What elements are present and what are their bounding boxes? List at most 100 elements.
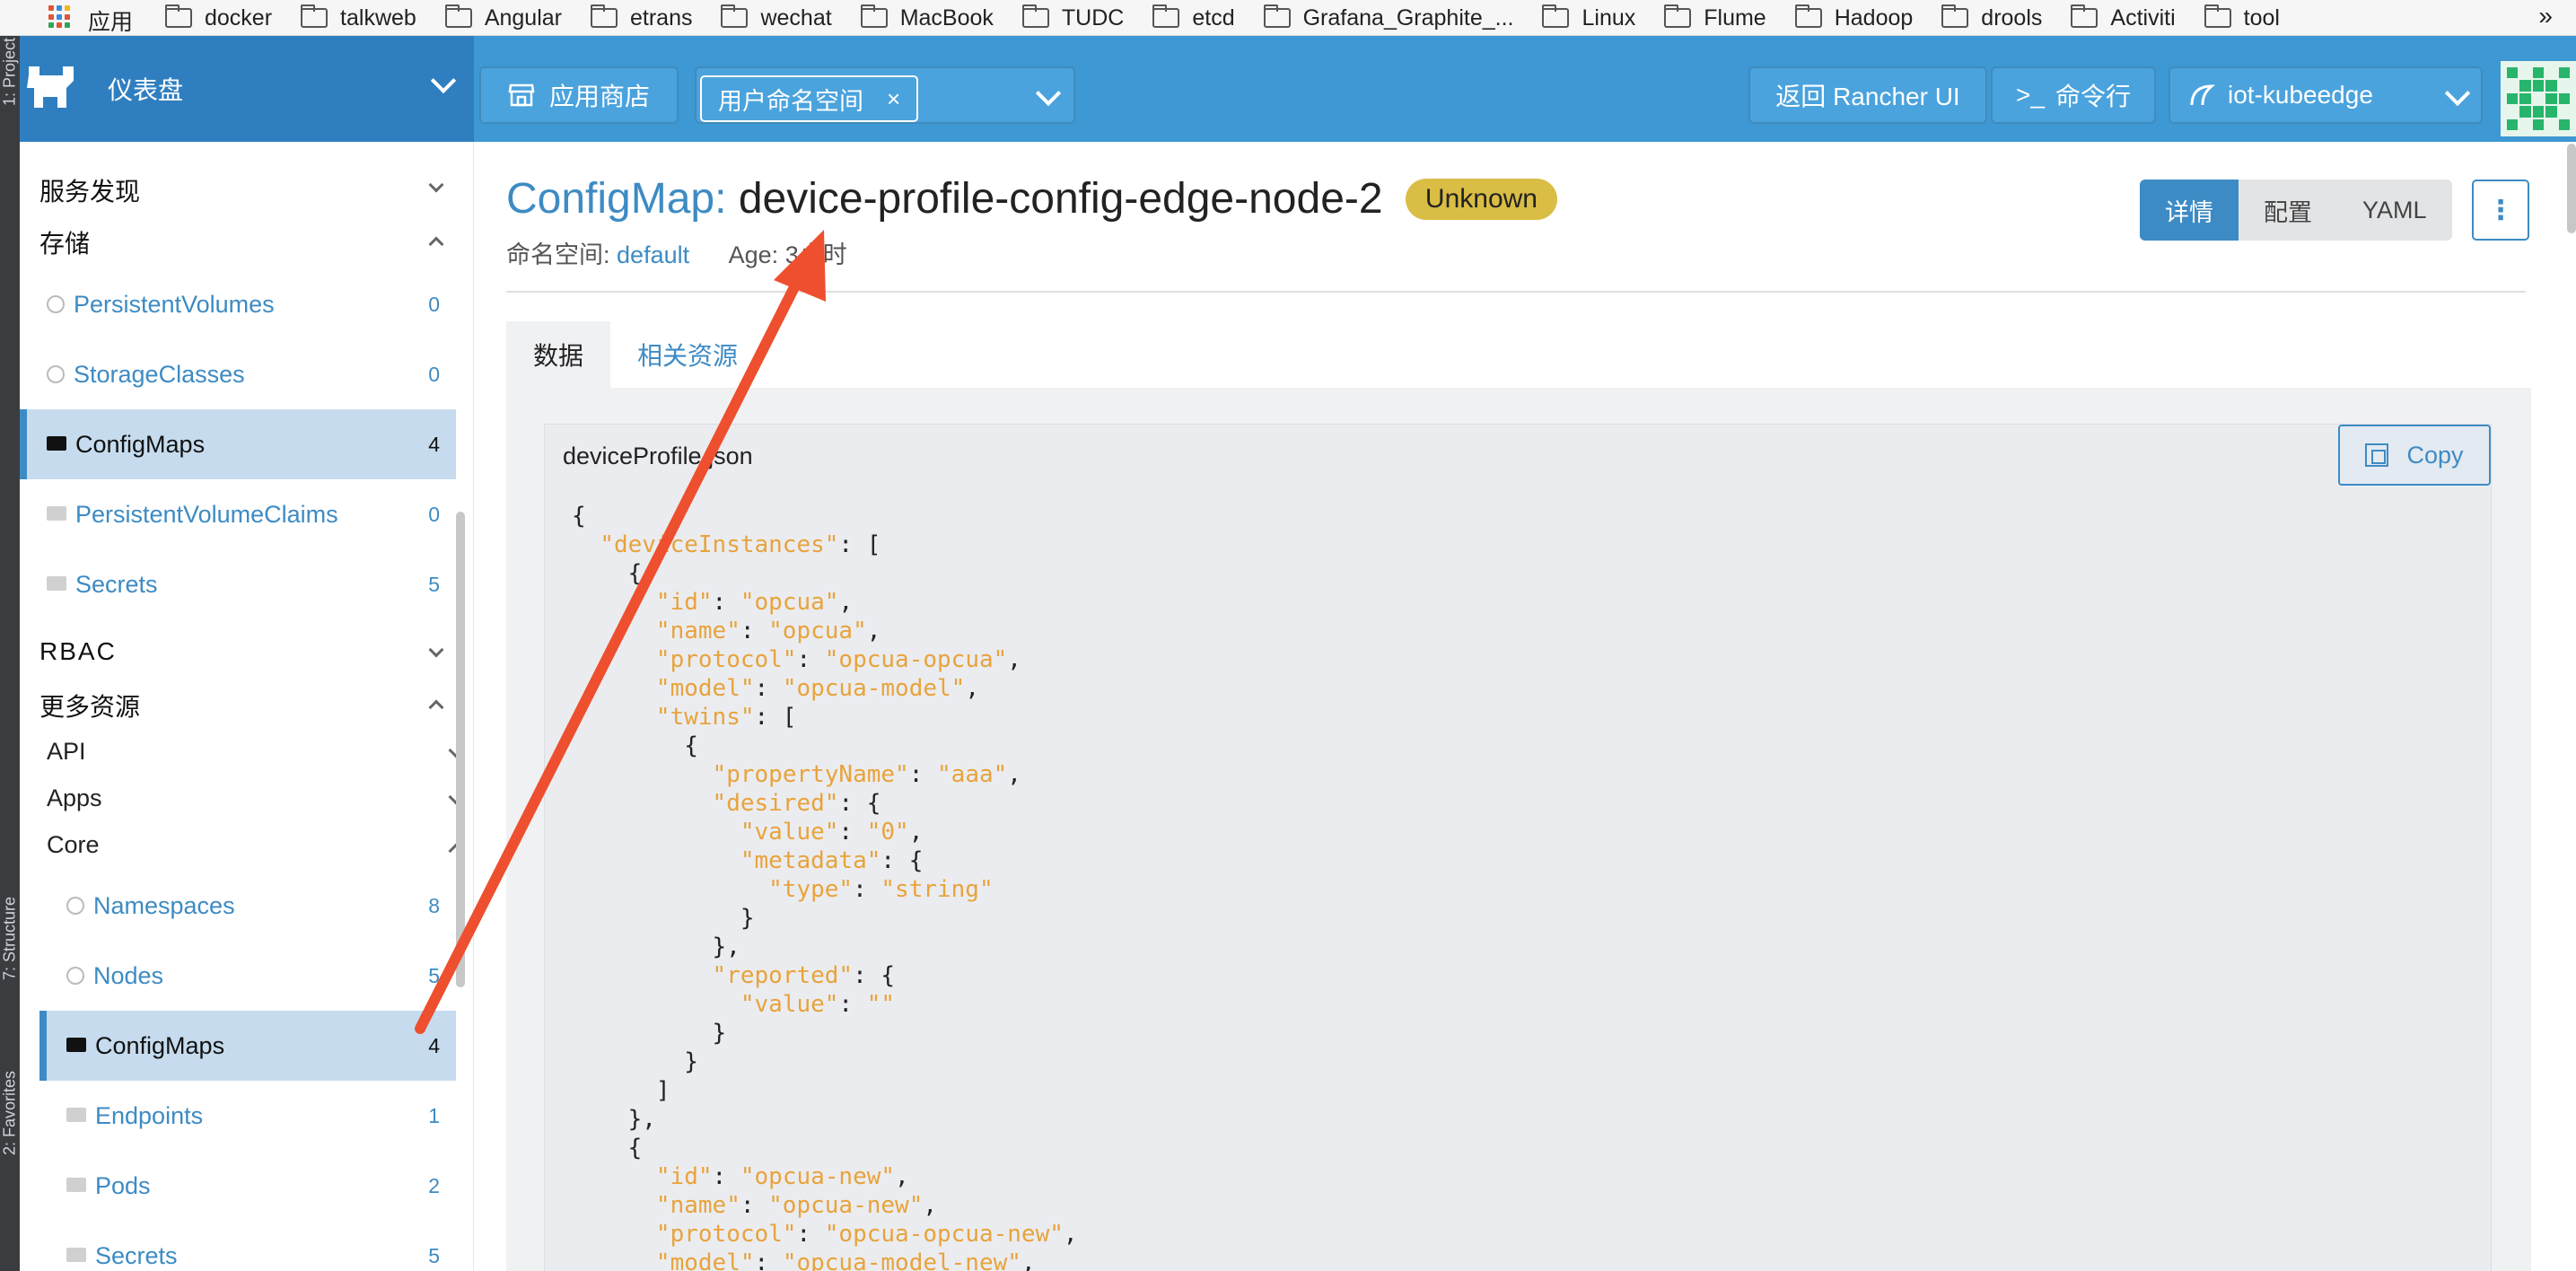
bookmark-item[interactable]: docker [165,4,273,31]
tab-details[interactable]: 详情 [2140,180,2239,241]
sidebar-item-label: Secrets [95,1241,178,1269]
page-title: ConfigMap: device-profile-config-edge-no… [506,174,1557,225]
sidebar-item-label: Namespaces [93,891,235,919]
sidebar-subgroup-apps[interactable]: Apps [47,785,464,812]
bookmark-label: docker [205,4,273,31]
tab-data[interactable]: 数据 [506,321,611,388]
sidebar-group-rbac[interactable]: RBAC [39,637,461,666]
sidebar-item-storageclasses[interactable]: StorageClasses 0 [20,339,456,409]
divider [506,291,2526,293]
config-entry-key: deviceProfile.json [563,443,753,469]
bookmark-item[interactable]: TUDC [1021,4,1125,31]
sidebar-item-configmaps-storage[interactable]: ConfigMaps 4 [20,409,456,479]
sidebar-group-storage[interactable]: 存储 [39,224,461,260]
folder-icon [66,1248,86,1262]
bookmark-item[interactable]: Hadoop [1794,4,1913,31]
sidebar-group-label: 服务发现 [39,178,141,206]
sidebar-item-count: 0 [428,502,440,526]
tab-yaml[interactable]: YAML [2337,180,2452,241]
bookmark-item[interactable]: MacBook [860,4,994,31]
main-scrollbar[interactable] [2567,144,2576,233]
cluster-label: iot-kubeedge [2228,81,2373,109]
age-label: Age: [728,241,779,268]
copy-button[interactable]: Copy [2338,425,2491,486]
bookmark-label: wechat [760,4,832,31]
bookmark-item[interactable]: Flume [1664,4,1766,31]
bookmark-apps[interactable]: 应用 [88,4,133,37]
close-icon[interactable]: × [887,85,900,113]
bookmark-list: docker talkweb Angular etrans wechat MacBook T… [165,0,2309,36]
tab-config[interactable]: 配置 [2239,180,2337,241]
avatar[interactable] [2501,61,2576,136]
sidebar-subgroup-core[interactable]: Core [47,831,464,859]
sidebar-item-count: 5 [428,963,440,987]
chevron-down-icon [430,67,457,94]
bookmark-label: talkweb [340,4,416,31]
sidebar-item-namespaces[interactable]: Namespaces 8 [39,871,456,941]
chevron-up-icon [428,236,444,252]
folder-icon [66,1178,86,1192]
sidebar-subgroup-api[interactable]: API [47,738,464,766]
bookmark-label: Flume [1704,4,1766,31]
sidebar-item-secrets-core[interactable]: Secrets 5 [39,1221,456,1271]
cluster-icon [2190,84,2215,106]
ide-structure-tab[interactable]: 7: Structure [0,871,20,1005]
app-store-button[interactable]: 应用商店 [479,66,679,124]
sidebar-item-persistentvolumeclaims[interactable]: PersistentVolumeClaims 0 [20,479,456,549]
main-content: ConfigMap: device-profile-config-edge-no… [474,142,2576,1271]
namespace-link[interactable]: default [617,241,689,268]
bookmark-item[interactable]: Angular [444,4,562,31]
sidebar-item-secrets-storage[interactable]: Secrets 5 [20,549,456,619]
cluster-selector[interactable]: iot-kubeedge [2169,66,2483,124]
folder-icon [2204,4,2231,28]
bookmark-item[interactable]: etrans [590,4,692,31]
sidebar-group-service-discovery[interactable]: 服务发现 [39,172,461,208]
bookmark-item[interactable]: Activiti [2071,4,2176,31]
apps-icon[interactable] [48,5,72,29]
folder-icon [444,4,472,28]
ide-tool-strip: 1: Project 7: Structure 2: Favorites [0,36,20,1271]
bookmark-item[interactable]: tool [2204,4,2280,31]
folder-icon [721,4,749,28]
sidebar-item-persistentvolumes[interactable]: PersistentVolumes 0 [20,269,456,339]
namespace-chip[interactable]: 用户命名空间 × [700,75,919,122]
sidebar-item-endpoints[interactable]: Endpoints 1 [39,1081,456,1151]
bookmark-label: Linux [1582,4,1636,31]
bookmark-label: TUDC [1061,4,1125,31]
bookmarks-more-button[interactable]: » [2538,2,2553,31]
ide-favorites-tab[interactable]: 2: Favorites [0,1050,20,1176]
folder-icon [47,506,66,521]
bookmark-item[interactable]: Linux [1542,4,1636,31]
ide-project-tab[interactable]: 1: Project [0,36,20,108]
sidebar-item-count: 5 [428,1243,440,1267]
resource-kind: ConfigMap: [506,175,727,223]
config-json-viewer[interactable]: { "deviceInstances": [ { "id": "opcua", … [572,502,1078,1271]
sidebar-group-more-resources[interactable]: 更多资源 [39,688,461,723]
bookmark-item[interactable]: talkweb [301,4,416,31]
sidebar-item-label: Nodes [93,961,164,989]
sidebar-item-nodes[interactable]: Nodes 5 [39,941,456,1011]
tab-related-resources[interactable]: 相关资源 [610,321,765,388]
sidebar-scrollbar[interactable] [456,512,465,987]
sidebar-item-label: ConfigMaps [75,430,206,458]
status-badge: Unknown [1405,179,1557,220]
bookmark-item[interactable]: Grafana_Graphite_... [1263,4,1513,31]
folder-icon [1021,4,1049,28]
folder-icon [860,4,888,28]
sidebar-item-configmaps-core[interactable]: ConfigMaps 4 [39,1011,456,1081]
bookmark-item[interactable]: drools [1941,4,2042,31]
bookmark-label: etcd [1192,4,1235,31]
back-to-rancher-button[interactable]: 返回 Rancher UI [1748,66,1987,124]
more-actions-button[interactable]: ⋮ [2472,180,2529,241]
sidebar-item-count: 5 [428,572,440,596]
dashboard-switcher[interactable]: 仪表盘 [20,36,474,142]
bookmark-label: Angular [484,4,562,31]
copy-label: Copy [2406,441,2464,469]
sidebar-item-count: 1 [428,1103,440,1127]
globe-icon [66,897,84,915]
bookmark-item[interactable]: etcd [1152,4,1235,31]
bookmark-item[interactable]: wechat [721,4,832,31]
cli-button[interactable]: >_ 命令行 [1991,66,2156,124]
sidebar-item-pods[interactable]: Pods 2 [39,1151,456,1221]
sidebar-item-count: 4 [428,432,440,456]
